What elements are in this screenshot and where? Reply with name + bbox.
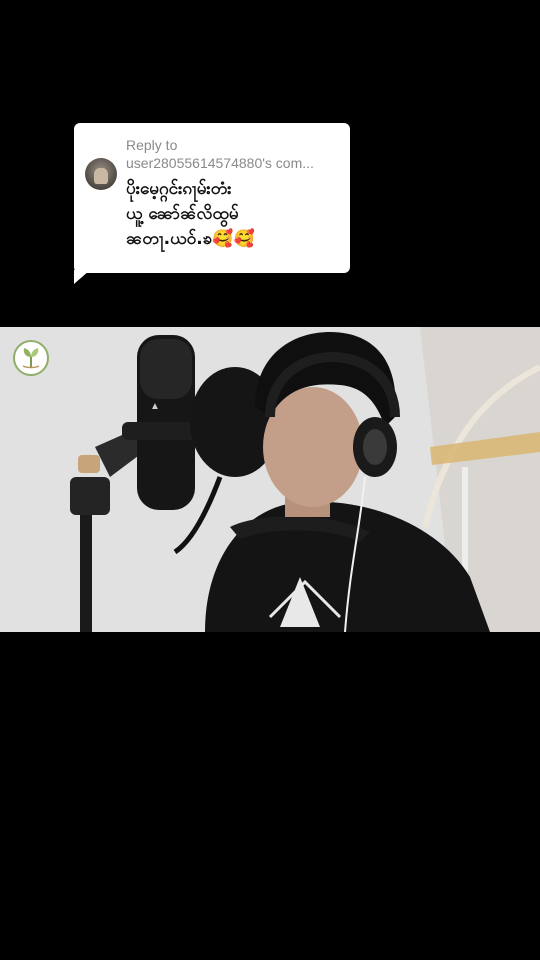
reply-username[interactable]: user28055614574880's com... <box>126 155 342 171</box>
comment-line: ပိုးမေ့ဂ္ဂင်းၵႃမ်းတံး <box>126 179 232 199</box>
video-scene: ▲ <box>0 327 540 632</box>
microphone-grille <box>140 339 192 399</box>
headphone-cup-inner <box>363 429 387 465</box>
reply-comment-card[interactable]: Reply to user28055614574880's com... ပို… <box>74 123 350 273</box>
reply-to-label: Reply to <box>126 137 178 153</box>
comment-line: ၼတႃ.ယဝ်.ၶ🥰🥰 <box>126 229 255 249</box>
leaf-logo-icon <box>13 340 49 376</box>
avatar-figure <box>94 168 108 184</box>
mic-stand-knob <box>78 455 100 473</box>
commenter-avatar[interactable] <box>85 158 117 190</box>
mic-brand-mark: ▲ <box>150 401 160 412</box>
reply-comment-text: ပိုးမေ့ဂ္ဂင်းၵႃမ်းတံး ယူ့ ၼော်ၼ်လိထွမ် ၼ… <box>126 177 342 252</box>
mic-stand-clamp <box>70 477 110 515</box>
reply-card-tail <box>74 270 90 284</box>
comment-line: ယူ့ ၼော်ၼ်လိထွမ် <box>126 204 239 224</box>
video-player[interactable]: ▲ <box>0 327 540 632</box>
